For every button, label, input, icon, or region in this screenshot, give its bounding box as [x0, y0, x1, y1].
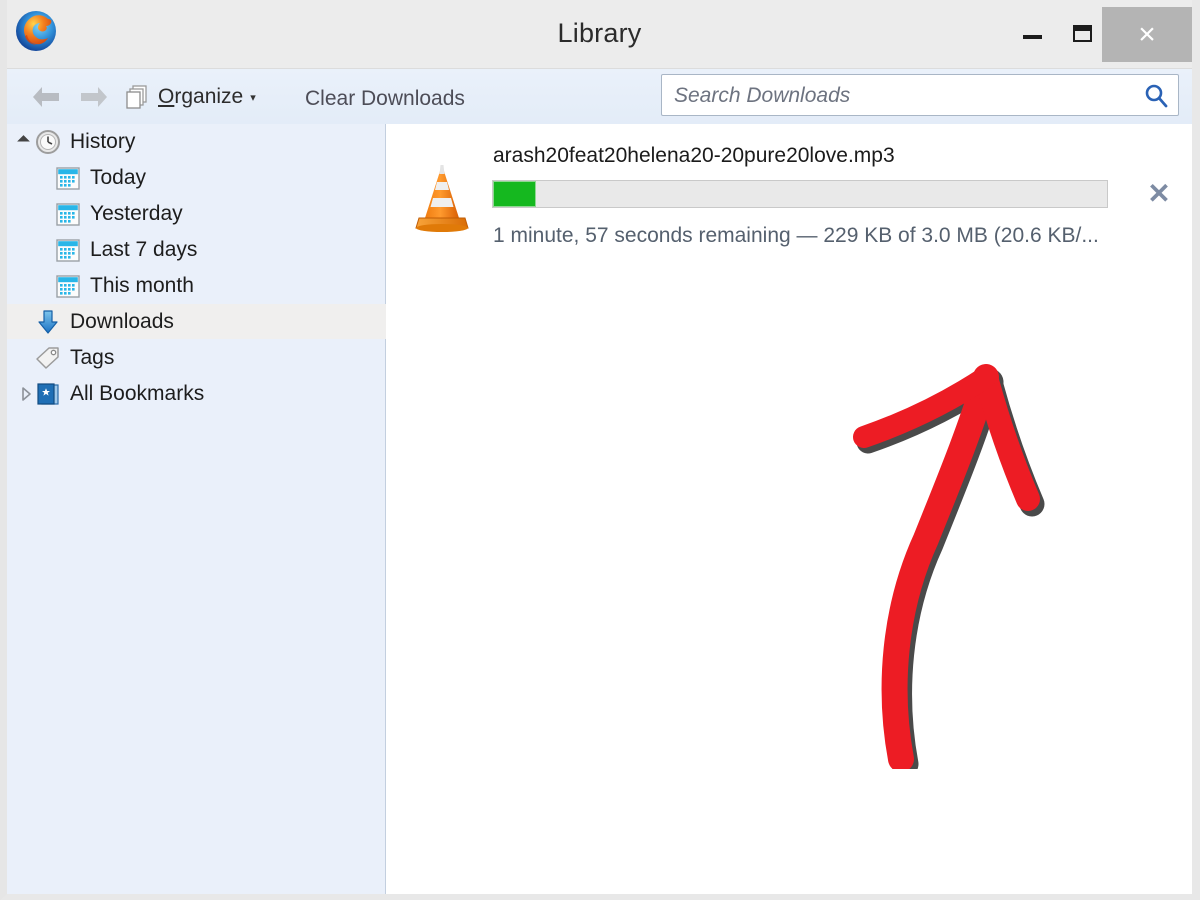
sidebar-item-label: Tags [70, 345, 115, 369]
sidebar-item-tags[interactable]: Tags [7, 340, 413, 375]
search-box[interactable] [661, 74, 1179, 117]
expander-open-icon[interactable] [17, 133, 35, 151]
close-icon: × [1138, 18, 1156, 51]
calendar-icon [55, 237, 81, 263]
forward-arrow-icon[interactable] [77, 83, 111, 111]
sidebar-item-today[interactable]: Today [7, 160, 433, 195]
sidebar-item-label: This month [90, 273, 194, 297]
organize-label: Organize [158, 85, 243, 109]
stacked-pages-icon [126, 85, 147, 109]
calendar-icon [55, 201, 81, 227]
sidebar-item-label: Yesterday [90, 201, 183, 225]
search-input[interactable] [672, 75, 1131, 117]
cancel-download-button[interactable]: ✕ [1139, 174, 1179, 214]
download-status-text: 1 minute, 57 seconds remaining — 229 KB … [493, 224, 1099, 247]
clear-downloads-button[interactable]: Clear Downloads [305, 87, 465, 111]
library-window: Library × Organize ▾ Clear Downloads Sea… [0, 0, 1200, 900]
sidebar: History Today Yesterday Last 7 days This… [7, 124, 413, 894]
download-progress-fill [493, 181, 536, 207]
minimize-icon [1023, 35, 1042, 39]
calendar-icon [55, 165, 81, 191]
close-button[interactable]: × [1102, 7, 1192, 62]
download-filename: arash20feat20helena20-20pure20love.mp3 [493, 144, 895, 167]
sidebar-item-all-bookmarks[interactable]: All Bookmarks [7, 376, 385, 411]
sidebar-item-label: Downloads [70, 309, 174, 333]
expander-closed-icon[interactable] [17, 385, 35, 403]
vlc-cone-icon [415, 165, 469, 232]
sidebar-item-this-month[interactable]: This month [7, 268, 433, 303]
download-arrow-icon [35, 309, 61, 335]
sidebar-item-label: History [70, 129, 136, 153]
maximize-icon [1073, 25, 1092, 42]
title-bar: Library × [7, 0, 1192, 68]
bookmarks-book-icon [35, 381, 61, 407]
download-progress-bar [492, 180, 1108, 208]
organize-button[interactable]: Organize ▾ [125, 79, 256, 115]
sidebar-item-history[interactable]: History [7, 124, 385, 159]
sidebar-item-label: Today [90, 165, 147, 189]
chevron-down-icon: ▾ [250, 91, 256, 104]
organize-label-rest: rganize [174, 85, 244, 108]
minimize-button[interactable] [1007, 7, 1057, 62]
sidebar-item-last-7-days[interactable]: Last 7 days [7, 232, 433, 267]
sidebar-item-downloads[interactable]: Downloads [7, 304, 413, 339]
annotation-arrow [853, 364, 1045, 769]
downloads-list: arash20feat20helena20-20pure20love.mp3 1… [386, 124, 1192, 894]
back-arrow-icon[interactable] [29, 83, 63, 111]
clock-icon [35, 129, 61, 155]
tag-icon [35, 345, 61, 371]
sidebar-item-yesterday[interactable]: Yesterday [7, 196, 433, 231]
sidebar-item-label: All Bookmarks [70, 381, 205, 405]
calendar-icon [55, 273, 81, 299]
organize-accel-letter: O [158, 85, 175, 108]
sidebar-item-label: Last 7 days [90, 237, 198, 261]
search-icon[interactable] [1142, 82, 1170, 110]
